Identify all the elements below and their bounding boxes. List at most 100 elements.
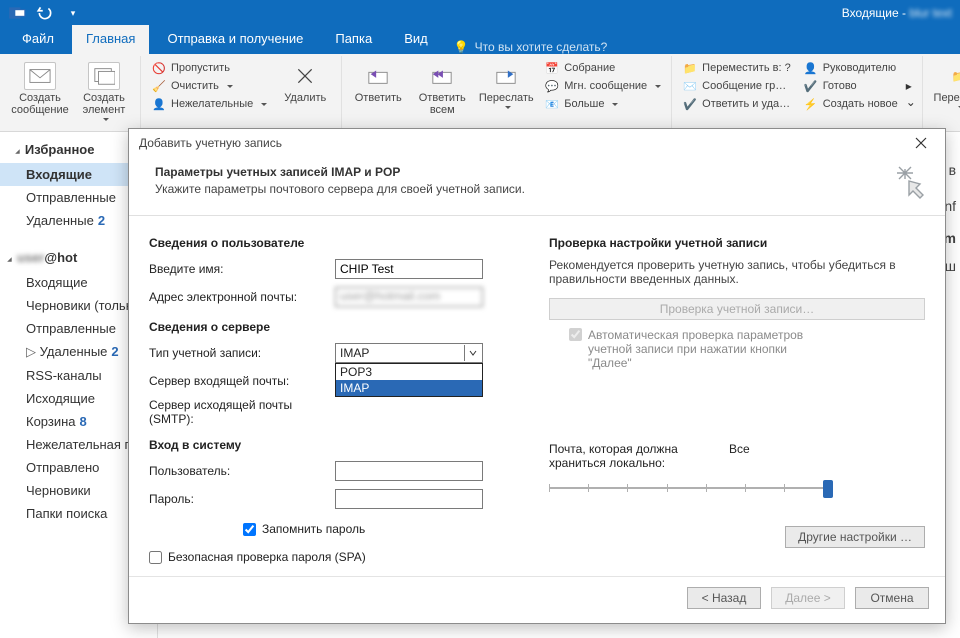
to-manager-button[interactable]: 👤 Руководителю	[799, 60, 902, 76]
tab-folder[interactable]: Папка	[321, 25, 386, 54]
move-to-button[interactable]: 📁Переместить в: ?	[678, 60, 795, 76]
opt-imap[interactable]: IMAP	[336, 380, 482, 396]
reply-all-icon	[426, 62, 458, 90]
dialog-subheading: Укажите параметры почтового сервера для …	[155, 182, 891, 196]
team-msg-button[interactable]: ✉️Сообщение гр…	[678, 78, 795, 94]
cursor-star-icon	[891, 165, 927, 201]
close-button[interactable]	[901, 131, 941, 155]
auto-test-checkbox	[569, 328, 582, 341]
move-big-label: Перемест	[934, 92, 960, 104]
acct-trash-count: 8	[80, 414, 87, 429]
reply-delete-icon: ✔️	[682, 97, 698, 111]
test-account-button[interactable]: Проверка учетной записи…	[549, 298, 925, 320]
junk-button[interactable]: 👤 Нежелательные	[147, 96, 271, 112]
create-new-button[interactable]: ⚡Создать новое	[799, 96, 902, 112]
junk-icon: 👤	[151, 97, 167, 111]
email-label: Адрес электронной почты:	[149, 290, 335, 304]
reply-delete-label: Ответить и уда…	[702, 98, 790, 110]
chevron-right-icon[interactable]: ▸	[906, 79, 916, 93]
clean-label: Очистить	[171, 80, 219, 92]
move-icon: 📁	[943, 62, 960, 90]
tab-home[interactable]: Главная	[72, 25, 149, 54]
clean-button[interactable]: 🧹Очистить	[147, 78, 271, 94]
more-label: Больше	[564, 98, 604, 110]
back-button[interactable]: < Назад	[687, 587, 761, 609]
meeting-button[interactable]: 📅Собрание	[540, 60, 665, 76]
delete-icon	[289, 62, 321, 90]
ignore-button[interactable]: 🚫 Пропустить	[147, 60, 271, 76]
tab-send-receive[interactable]: Отправка и получение	[153, 25, 317, 54]
ribbon-tabs: Файл Главная Отправка и получение Папка …	[0, 26, 960, 54]
to-manager-label: Руководителю	[823, 62, 896, 74]
add-account-dialog: Добавить учетную запись Параметры учетны…	[128, 128, 946, 624]
next-button[interactable]: Далее >	[771, 587, 845, 609]
mail-storage-slider[interactable]	[549, 484, 829, 492]
reply-delete-button[interactable]: ✔️ Ответить и уда…	[678, 96, 795, 112]
qat-dropdown-icon[interactable]: ▾	[64, 4, 82, 22]
reply-all-label: Ответить всем	[412, 92, 472, 116]
expand-icon[interactable]: ⌄	[906, 95, 916, 109]
acct-deleted-count: 2	[111, 344, 118, 359]
more-button[interactable]: 📧Больше	[540, 96, 665, 112]
create-new-label: Создать новое	[823, 98, 898, 110]
acct-type-select[interactable]: IMAP	[335, 343, 483, 363]
done-button[interactable]: ✔️Готово	[799, 78, 902, 94]
spa-label: Безопасная проверка пароля (SPA)	[168, 550, 366, 564]
reply-all-button[interactable]: Ответить всем	[412, 58, 472, 127]
mail-local-label: Почта, которая должна храниться локально…	[549, 442, 709, 470]
im-button[interactable]: 💬Мгн. сообщение	[540, 78, 665, 94]
email-field[interactable]: user@hotmail.com	[335, 287, 483, 307]
acct-trash-label: Корзина	[26, 414, 76, 429]
acct-type-value: IMAP	[340, 346, 369, 360]
new-item-button[interactable]: Создать элемент	[74, 58, 134, 127]
meeting-label: Собрание	[564, 62, 615, 74]
tab-view[interactable]: Вид	[390, 25, 442, 54]
team-icon: ✉️	[682, 79, 698, 93]
ribbon: Создать сообщение Создать элемент 🚫 Пропу…	[0, 54, 960, 132]
undo-icon[interactable]	[36, 4, 54, 22]
reply-label: Ответить	[355, 92, 402, 104]
opt-pop3[interactable]: POP3	[336, 364, 482, 380]
title-account-blur: blur text	[909, 6, 952, 20]
ignore-icon: 🚫	[151, 61, 167, 75]
login-section-title: Вход в систему	[149, 438, 509, 452]
manager-icon: 👤	[803, 61, 819, 75]
new-item-label: Создать элемент	[74, 92, 134, 116]
new-mail-button[interactable]: Создать сообщение	[10, 58, 70, 127]
new-item-icon	[88, 62, 120, 90]
spa-checkbox[interactable]	[149, 551, 162, 564]
dialog-heading: Параметры учетных записей IMAP и POP	[155, 165, 891, 179]
user-label: Пользователь:	[149, 464, 335, 478]
sidebar-deleted-count: 2	[98, 213, 105, 228]
dialog-title: Добавить учетную запись	[139, 136, 282, 150]
forward-label: Переслать	[479, 92, 534, 104]
forward-button[interactable]: Переслать	[476, 58, 536, 127]
test-description: Рекомендуется проверить учетную запись, …	[549, 258, 925, 286]
password-field[interactable]	[335, 489, 483, 509]
reply-button[interactable]: Ответить	[348, 58, 408, 127]
junk-label: Нежелательные	[171, 98, 253, 110]
user-field[interactable]	[335, 461, 483, 481]
new-mail-label: Создать сообщение	[10, 92, 70, 116]
other-settings-button[interactable]: Другие настройки …	[785, 526, 925, 548]
tell-me[interactable]: 💡 Что вы хотите сделать?	[454, 40, 608, 54]
name-field[interactable]	[335, 259, 483, 279]
remember-password-checkbox[interactable]	[243, 523, 256, 536]
remember-password-label: Запомнить пароль	[262, 522, 365, 536]
acct-type-dropdown: POP3 IMAP	[335, 363, 483, 397]
tab-file[interactable]: Файл	[8, 25, 68, 54]
delete-button[interactable]: Удалить	[275, 58, 335, 127]
slider-thumb[interactable]	[823, 480, 833, 498]
name-label: Введите имя:	[149, 262, 335, 276]
delete-label: Удалить	[284, 92, 326, 104]
mail-local-value: Все	[729, 442, 750, 470]
tell-me-label: Что вы хотите сделать?	[475, 40, 608, 54]
incoming-label: Сервер входящей почты:	[149, 374, 335, 388]
sidebar-deleted-label: Удаленные	[26, 213, 94, 228]
outlook-icon	[8, 4, 26, 22]
move-big-button[interactable]: 📁 Перемест	[929, 58, 960, 127]
account-suffix: @hot	[44, 250, 77, 265]
cancel-button[interactable]: Отмена	[855, 587, 929, 609]
acct-deleted-label: Удаленные	[40, 344, 108, 359]
ignore-label: Пропустить	[171, 62, 230, 74]
